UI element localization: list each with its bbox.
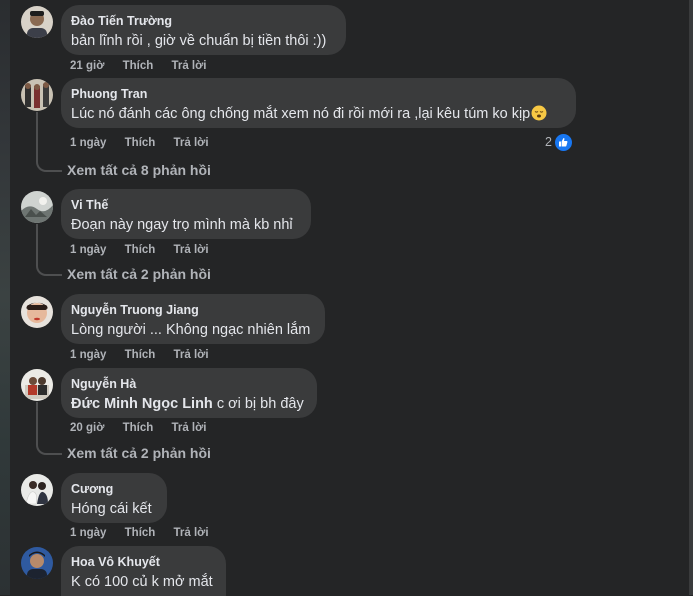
reply-button[interactable]: Trả lời (171, 422, 206, 434)
like-button[interactable]: Thích (123, 60, 154, 72)
view-replies-link[interactable]: Xem tất cả 2 phản hồi (67, 265, 211, 283)
thread-line (36, 112, 62, 172)
reaction-number: 2 (545, 135, 552, 149)
comment-bubble: Vi Thế Đoạn này ngay trọ mình mà kb nhỉ (61, 189, 311, 239)
reply-button[interactable]: Trả lời (171, 60, 206, 72)
comment-author[interactable]: Vi Thế (71, 197, 299, 213)
reaction-count[interactable]: 2 (545, 132, 573, 152)
view-replies-link[interactable]: Xem tất cả 2 phản hồi (67, 444, 211, 462)
comment-actions: 1 ngày Thích Trả lời (70, 136, 224, 150)
comment-actions: 20 giờ Thích Trả lời (70, 421, 222, 435)
comment-actions: 1 ngày Thích Trả lời (70, 243, 224, 257)
comment-bubble: Đào Tiến Trường bản lĩnh rồi , giờ về ch… (61, 5, 346, 55)
avatar[interactable] (21, 79, 53, 111)
like-button[interactable]: Thích (123, 422, 154, 434)
comment-timestamp[interactable]: 1 ngày (70, 244, 106, 256)
comment-text: K có 100 củ k mở mắt (71, 574, 213, 590)
avatar[interactable] (21, 191, 53, 223)
reply-button[interactable]: Trả lời (174, 349, 209, 361)
reply-button[interactable]: Trả lời (174, 244, 209, 256)
comment-text: Đức Minh Ngọc Linh c ơi bị bh đây (71, 394, 305, 414)
comment-author[interactable]: Cương (71, 481, 155, 497)
comment-actions: 1 ngày Thích Trả lời (70, 348, 224, 362)
sleepy-face-emoji (531, 105, 547, 127)
comment-timestamp[interactable]: 1 ngày (70, 137, 106, 149)
comment-bubble: Phuong Tran Lúc nó đánh các ông chống mắ… (61, 78, 576, 128)
avatar[interactable] (21, 369, 53, 401)
comment-bubble: Nguyễn Hà Đức Minh Ngọc Linh c ơi bị bh … (61, 368, 317, 418)
user-mention[interactable]: Đức Minh Ngọc Linh (71, 396, 213, 412)
comment-text-content: c ơi bị bh đây (216, 396, 304, 412)
like-button[interactable]: Thích (125, 349, 156, 361)
comment-author[interactable]: Đào Tiến Trường (71, 13, 334, 29)
reply-button[interactable]: Trả lời (174, 527, 209, 539)
comment-author[interactable]: Nguyễn Truong Jiang (71, 302, 313, 318)
like-icon (553, 132, 573, 152)
scrollbar[interactable] (689, 0, 693, 595)
comment-timestamp[interactable]: 21 giờ (70, 60, 104, 72)
view-replies-link[interactable]: Xem tất cả 8 phản hồi (67, 161, 211, 179)
comment-author[interactable]: Nguyễn Hà (71, 376, 305, 392)
comment-text-content: Lúc nó đánh các ông chống mắt xem nó đi … (71, 106, 531, 122)
like-button[interactable]: Thích (125, 137, 156, 149)
comment-timestamp[interactable]: 1 ngày (70, 349, 106, 361)
comment-bubble: Cương Hóng cái kết (61, 473, 167, 523)
avatar[interactable] (21, 296, 53, 328)
comment-bubble: Nguyễn Truong Jiang Lòng người ... Không… (61, 294, 325, 344)
comment-bubble: Hoa Vô Khuyết K có 100 củ k mở mắt (61, 546, 226, 596)
comment-text: Hóng cái kết (71, 501, 152, 517)
reply-button[interactable]: Trả lời (174, 137, 209, 149)
thread-line (36, 224, 62, 276)
avatar[interactable] (21, 6, 53, 38)
like-button[interactable]: Thích (125, 527, 156, 539)
comment-actions: 21 giờ Thích Trả lời (70, 59, 222, 73)
comment-timestamp[interactable]: 20 giờ (70, 422, 104, 434)
comment-actions: 1 ngày Thích Trả lời (70, 526, 224, 540)
comment-text: Lòng người ... Không ngạc nhiên lắm (71, 322, 311, 338)
avatar[interactable] (21, 547, 53, 579)
like-button[interactable]: Thích (125, 244, 156, 256)
comment-author[interactable]: Hoa Vô Khuyết (71, 554, 214, 570)
comment-timestamp[interactable]: 1 ngày (70, 527, 106, 539)
thread-line (36, 402, 62, 455)
comment-text: Lúc nó đánh các ông chống mắt xem nó đi … (71, 104, 564, 127)
avatar[interactable] (21, 474, 53, 506)
comment-text: bản lĩnh rồi , giờ về chuẩn bị tiền thôi… (71, 33, 327, 49)
background-video-edge (0, 0, 10, 595)
comment-text: Đoạn này ngay trọ mình mà kb nhỉ (71, 217, 293, 233)
comment-author[interactable]: Phuong Tran (71, 86, 564, 102)
